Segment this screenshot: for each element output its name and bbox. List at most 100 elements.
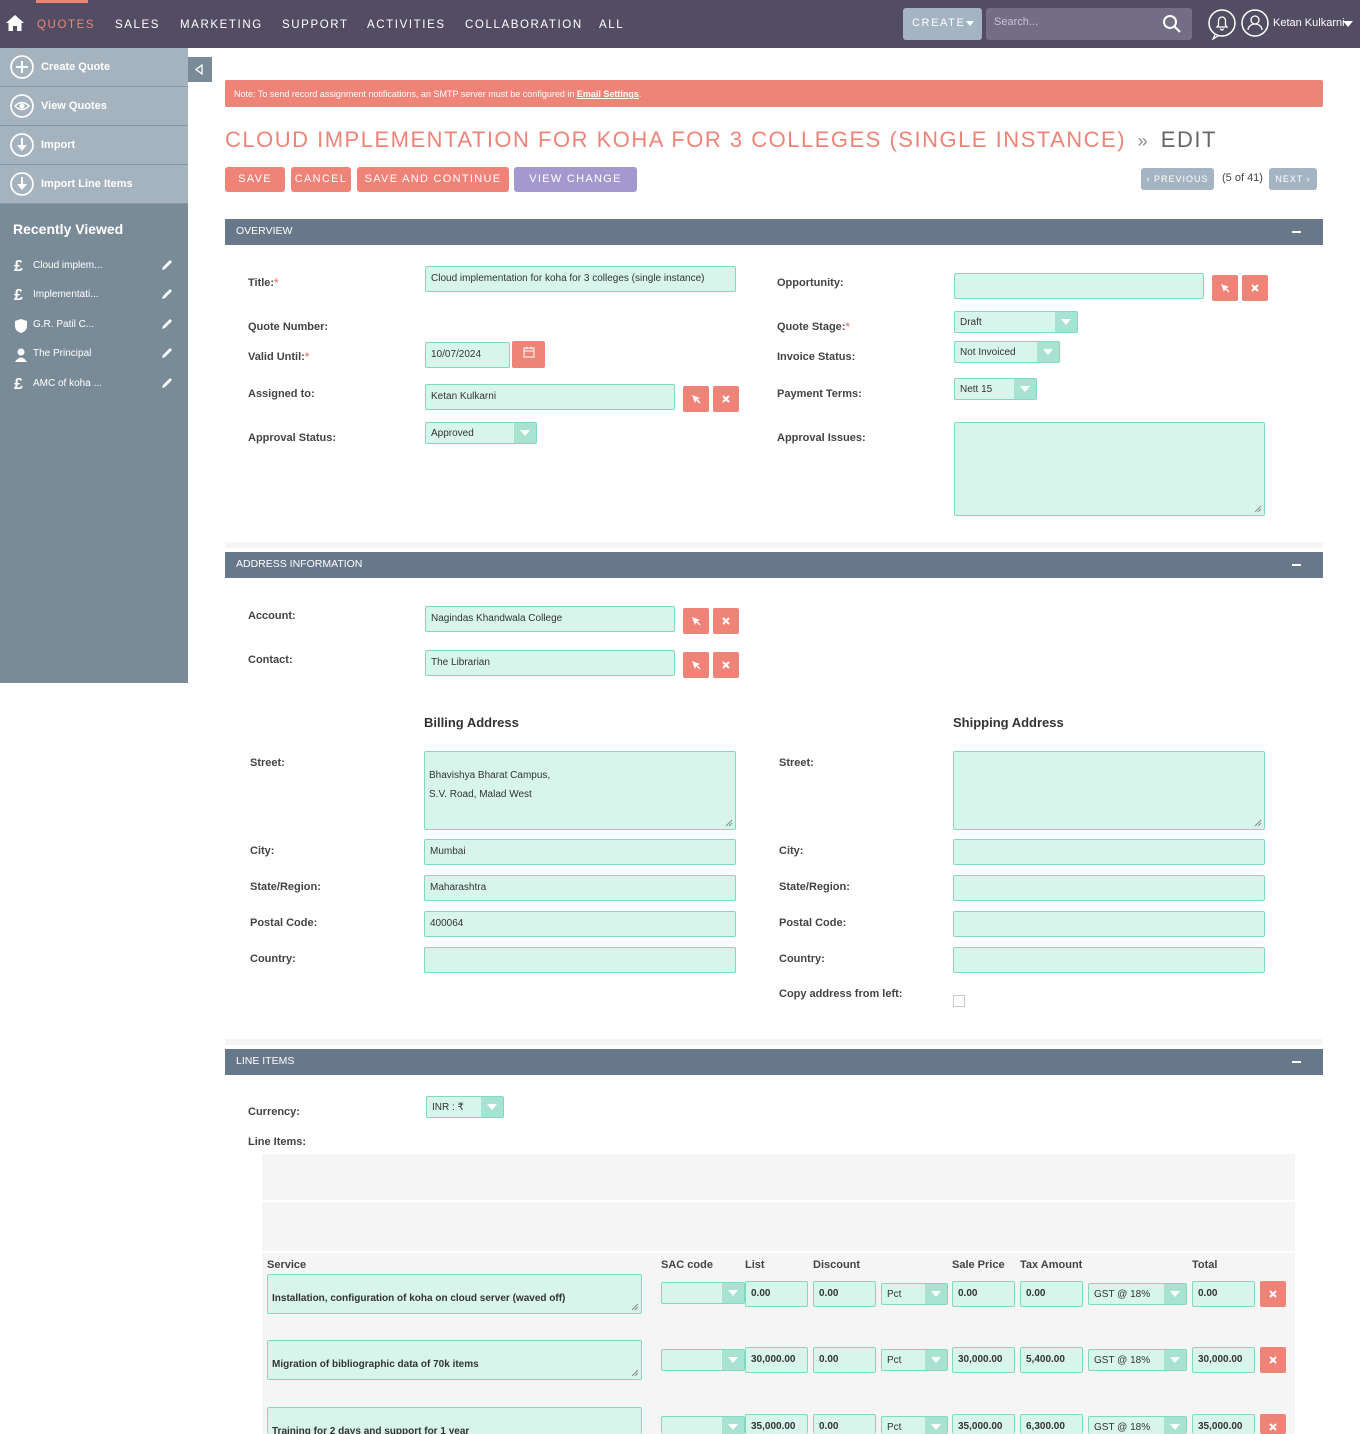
line-item-discount-type-select[interactable]: Pct <box>881 1283 948 1305</box>
line-item-list-field[interactable]: 0.00 <box>745 1281 808 1307</box>
remove-line-item-button[interactable] <box>1260 1414 1286 1434</box>
pencil-icon[interactable] <box>160 258 174 272</box>
pencil-icon[interactable] <box>160 346 174 360</box>
line-item-tax-select[interactable]: GST @ 18% <box>1088 1283 1187 1305</box>
contact-clear-button[interactable] <box>713 652 739 678</box>
line-item-sac-select[interactable] <box>661 1349 745 1371</box>
line-item-tax-amount-field[interactable]: 5,400.00 <box>1020 1347 1083 1373</box>
collapse-minus-icon[interactable] <box>1292 1061 1301 1063</box>
line-item-tax-select[interactable]: GST @ 18% <box>1088 1416 1187 1434</box>
sidebar-collapse-toggle[interactable] <box>188 57 212 82</box>
line-item-list-field[interactable]: 35,000.00 <box>745 1414 808 1434</box>
pencil-icon[interactable] <box>160 376 174 390</box>
nav-support[interactable]: SUPPORT <box>282 19 349 31</box>
previous-button[interactable]: ‹ PREVIOUS <box>1141 168 1214 190</box>
resize-grip-icon[interactable] <box>1254 505 1262 513</box>
nav-sales[interactable]: SALES <box>115 19 160 31</box>
resize-grip-icon[interactable] <box>631 1303 639 1311</box>
nav-activities[interactable]: ACTIVITIES <box>367 19 446 31</box>
billing-city-field[interactable]: Mumbai <box>424 839 736 865</box>
line-item-total-field[interactable]: 30,000.00 <box>1192 1347 1255 1373</box>
collapse-minus-icon[interactable] <box>1292 564 1301 566</box>
user-menu-chevron-icon[interactable] <box>1343 21 1353 27</box>
line-item-discount-field[interactable]: 0.00 <box>813 1414 876 1434</box>
resize-grip-icon[interactable] <box>631 1369 639 1377</box>
approval-issues-textarea[interactable] <box>954 422 1265 516</box>
billing-country-field[interactable] <box>424 947 736 973</box>
email-settings-link[interactable]: Email Settings <box>577 89 639 99</box>
search-icon[interactable] <box>1162 14 1182 34</box>
overview-panel-header[interactable]: OVERVIEW <box>225 219 1323 245</box>
line-item-service-textarea[interactable]: Installation, configuration of koha on c… <box>267 1274 642 1314</box>
home-icon[interactable] <box>4 12 26 34</box>
billing-street-textarea[interactable]: Bhavishya Bharat Campus, S.V. Road, Mala… <box>424 751 736 830</box>
calendar-button[interactable] <box>512 341 545 368</box>
invoice-status-select[interactable]: Not Invoiced <box>954 341 1060 363</box>
line-item-discount-type-select[interactable]: Pct <box>881 1416 948 1434</box>
collapse-minus-icon[interactable] <box>1292 231 1301 233</box>
next-button[interactable]: NEXT › <box>1269 168 1317 190</box>
account-field[interactable]: Nagindas Khandwala College <box>425 606 675 632</box>
valid-until-field[interactable]: 10/07/2024 <box>425 342 510 368</box>
currency-select[interactable]: INR : ₹ <box>426 1096 504 1118</box>
assigned-select-button[interactable] <box>683 386 709 412</box>
recent-item[interactable]: £ AMC of koha ... <box>0 371 188 399</box>
line-item-discount-field[interactable]: 0.00 <box>813 1281 876 1307</box>
assigned-to-field[interactable]: Ketan Kulkarni <box>425 384 675 410</box>
sidebar-create-quote[interactable]: Create Quote <box>0 48 188 87</box>
line-item-total-field[interactable]: 35,000.00 <box>1192 1414 1255 1434</box>
address-panel-header[interactable]: ADDRESS INFORMATION <box>225 552 1323 578</box>
shipping-street-textarea[interactable] <box>953 751 1265 830</box>
search-input[interactable] <box>994 16 1154 28</box>
view-change-log-button[interactable]: VIEW CHANGE LOG <box>514 167 637 210</box>
create-button[interactable]: CREATE <box>903 8 982 40</box>
line-item-tax-amount-field[interactable]: 0.00 <box>1020 1281 1083 1307</box>
recent-item[interactable]: £ Cloud implem... <box>0 253 188 281</box>
contact-select-button[interactable] <box>683 652 709 678</box>
line-item-discount-type-select[interactable]: Pct <box>881 1349 948 1371</box>
line-items-panel-header[interactable]: LINE ITEMS <box>225 1049 1323 1075</box>
billing-state-field[interactable]: Maharashtra <box>424 875 736 901</box>
shipping-city-field[interactable] <box>953 839 1265 865</box>
nav-all[interactable]: ALL <box>599 19 624 31</box>
sidebar-import-line-items[interactable]: Import Line Items <box>0 165 188 204</box>
line-item-service-textarea[interactable]: Migration of bibliographic data of 70k i… <box>267 1340 642 1380</box>
nav-collaboration[interactable]: COLLABORATION <box>465 19 583 31</box>
approval-status-select[interactable]: Approved <box>425 422 537 444</box>
remove-line-item-button[interactable] <box>1260 1347 1286 1373</box>
account-select-button[interactable] <box>683 608 709 634</box>
nav-marketing[interactable]: MARKETING <box>180 19 263 31</box>
remove-line-item-button[interactable] <box>1260 1281 1286 1307</box>
copy-address-checkbox[interactable] <box>953 995 965 1007</box>
payment-terms-select[interactable]: Nett 15 <box>954 378 1037 400</box>
pencil-icon[interactable] <box>160 317 174 331</box>
opportunity-select-button[interactable] <box>1212 275 1238 301</box>
resize-grip-icon[interactable] <box>725 819 733 827</box>
user-menu-name[interactable]: Ketan Kulkarni <box>1273 17 1345 29</box>
title-field[interactable]: Cloud implementation for koha for 3 coll… <box>425 266 736 292</box>
recent-item[interactable]: G.R. Patil C... <box>0 312 188 340</box>
nav-quotes[interactable]: QUOTES <box>37 19 95 31</box>
user-avatar-icon[interactable] <box>1241 9 1269 37</box>
line-item-tax-amount-field[interactable]: 6,300.00 <box>1020 1414 1083 1434</box>
line-item-list-field[interactable]: 30,000.00 <box>745 1347 808 1373</box>
notifications-bell-icon[interactable] <box>1207 8 1237 40</box>
line-item-total-field[interactable]: 0.00 <box>1192 1281 1255 1307</box>
line-item-sac-select[interactable] <box>661 1416 745 1434</box>
assigned-clear-button[interactable] <box>713 386 739 412</box>
recent-item[interactable]: The Principal <box>0 341 188 369</box>
shipping-country-field[interactable] <box>953 947 1265 973</box>
line-item-sale-price-field[interactable]: 30,000.00 <box>952 1347 1015 1373</box>
line-item-sac-select[interactable] <box>661 1282 745 1304</box>
recent-item[interactable]: £ Implementati... <box>0 282 188 310</box>
line-item-sale-price-field[interactable]: 0.00 <box>952 1281 1015 1307</box>
line-item-discount-field[interactable]: 0.00 <box>813 1347 876 1373</box>
line-item-sale-price-field[interactable]: 35,000.00 <box>952 1414 1015 1434</box>
contact-field[interactable]: The Librarian <box>425 650 675 676</box>
sidebar-import[interactable]: Import <box>0 126 188 165</box>
save-button[interactable]: SAVE <box>225 167 285 192</box>
line-item-tax-select[interactable]: GST @ 18% <box>1088 1349 1187 1371</box>
opportunity-clear-button[interactable] <box>1242 275 1268 301</box>
line-item-service-textarea[interactable]: Training for 2 days and support for 1 ye… <box>267 1407 642 1434</box>
save-and-continue-button[interactable]: SAVE AND CONTINUE <box>357 167 509 192</box>
